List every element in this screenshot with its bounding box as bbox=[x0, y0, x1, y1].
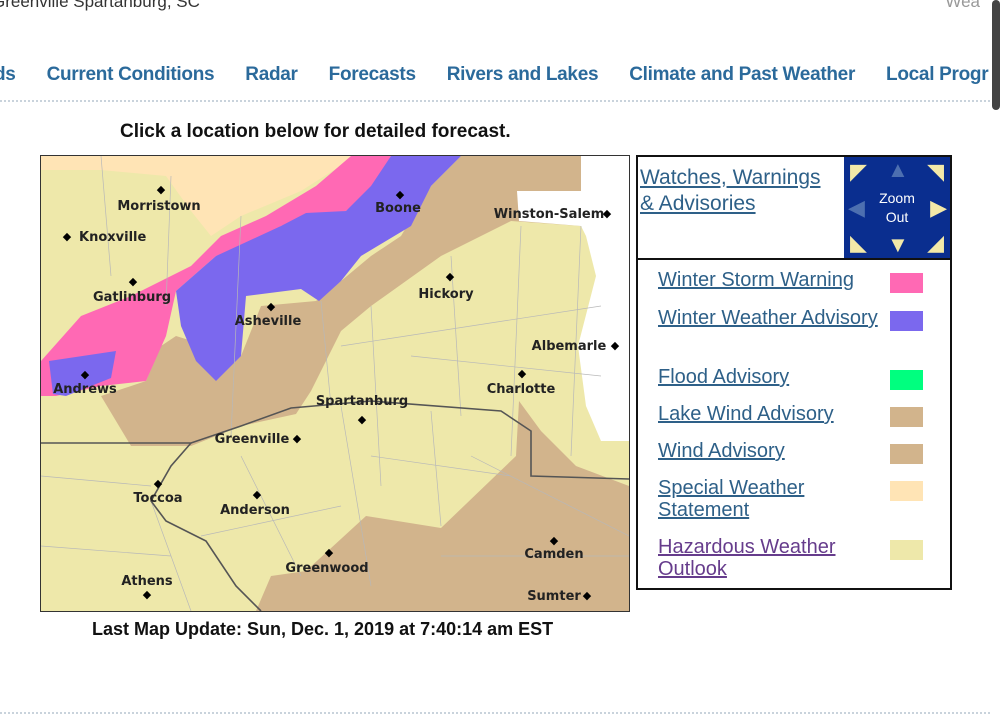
city-label[interactable]: Greenwood bbox=[285, 561, 368, 576]
pan-north-icon[interactable]: ▲ bbox=[887, 159, 909, 181]
pan-southwest-icon[interactable]: ◣ bbox=[850, 232, 867, 254]
city-marker-icon[interactable]: ◆ bbox=[143, 589, 152, 601]
nav-forecasts[interactable]: Forecasts bbox=[329, 64, 416, 86]
watches-warnings-link[interactable]: Watches, Warnings & Advisories bbox=[640, 165, 840, 217]
city-label[interactable]: Charlotte bbox=[487, 382, 556, 397]
city-label[interactable]: Camden bbox=[524, 547, 583, 562]
city-marker-icon[interactable]: ◆ bbox=[253, 489, 262, 501]
legend-swatch bbox=[890, 481, 923, 501]
zoom-control[interactable]: ◤ ▲ ◥ ◀ ▶ ◣ ▼ ◢ Zoom Out bbox=[844, 157, 950, 258]
city-label[interactable]: Albemarle bbox=[532, 339, 607, 354]
pan-west-icon[interactable]: ◀ bbox=[848, 197, 865, 219]
city-label[interactable]: Knoxville bbox=[79, 230, 146, 245]
last-map-update: Last Map Update: Sun, Dec. 1, 2019 at 7:… bbox=[92, 619, 554, 639]
pan-south-icon[interactable]: ▼ bbox=[887, 234, 909, 256]
city-marker-icon[interactable]: ◆ bbox=[267, 301, 276, 313]
legend-swatch bbox=[890, 273, 923, 293]
city-label[interactable]: Toccoa bbox=[133, 491, 182, 506]
legend-link[interactable]: Winter Storm Warning bbox=[658, 269, 878, 291]
city-label[interactable]: Andrews bbox=[53, 382, 117, 397]
page-heading: Click a location below for detailed fore… bbox=[120, 121, 511, 142]
legend-link[interactable]: Wind Advisory bbox=[658, 440, 878, 462]
office-title: Greenville Spartanburg, SC bbox=[0, 0, 200, 11]
nav-climate[interactable]: Climate and Past Weather bbox=[629, 64, 855, 86]
city-marker-icon[interactable]: ◆ bbox=[157, 184, 166, 196]
city-marker-icon[interactable]: ◆ bbox=[63, 231, 72, 243]
city-marker-icon[interactable]: ◆ bbox=[293, 433, 302, 445]
legend-swatch bbox=[890, 540, 923, 560]
city-layer: ◆Morristown◆ Knoxville◆Gatlinburg◆Boone ◆W… bbox=[53, 184, 620, 604]
city-marker-icon[interactable]: ◆ bbox=[518, 368, 527, 380]
legend-swatch bbox=[890, 370, 923, 390]
legend-swatch bbox=[890, 407, 923, 427]
zoom-out-label[interactable]: Zoom Out bbox=[872, 189, 922, 227]
header-right-text: Wea bbox=[945, 0, 980, 11]
city-marker-icon[interactable]: ◆ bbox=[446, 271, 455, 283]
scrollbar[interactable] bbox=[992, 0, 1000, 110]
city-marker-icon[interactable]: ◆ bbox=[396, 189, 405, 201]
pan-northwest-icon[interactable]: ◤ bbox=[850, 161, 867, 183]
legend-link[interactable]: Special Weather Statement bbox=[658, 477, 878, 521]
nav-item-partial[interactable]: ds bbox=[0, 64, 16, 86]
city-marker-icon[interactable]: ◆ bbox=[81, 369, 90, 381]
city-label[interactable]: Morristown bbox=[117, 199, 200, 214]
nav-rivers-lakes[interactable]: Rivers and Lakes bbox=[447, 64, 599, 86]
legend-link[interactable]: Winter Weather Advisory bbox=[658, 307, 878, 329]
city-label[interactable]: Anderson bbox=[220, 503, 290, 518]
city-label[interactable]: Athens bbox=[121, 574, 173, 589]
nav-current-conditions[interactable]: Current Conditions bbox=[47, 64, 215, 86]
legend-swatch bbox=[890, 444, 923, 464]
city-label[interactable]: Asheville bbox=[235, 314, 302, 329]
city-marker-icon[interactable]: ◆ bbox=[325, 547, 334, 559]
hazard-map[interactable]: ◆ Morristown ◆ Knoxville ◆ Gatlinburg ◆ Boone ◆ W… bbox=[40, 155, 630, 612]
city-marker-icon[interactable]: ◆ bbox=[358, 414, 367, 426]
legend-panel: Watches, Warnings & Advisories ◤ ▲ ◥ ◀ ▶… bbox=[636, 155, 952, 590]
pan-southeast-icon[interactable]: ◢ bbox=[927, 232, 944, 254]
nav-radar[interactable]: Radar bbox=[245, 64, 298, 86]
main-nav: ds Current Conditions Radar Forecasts Ri… bbox=[0, 64, 989, 86]
footer-divider bbox=[0, 712, 990, 714]
city-marker-icon[interactable]: ◆ bbox=[129, 276, 138, 288]
city-label[interactable]: Spartanburg bbox=[316, 394, 408, 409]
legend-swatch bbox=[890, 311, 923, 331]
city-marker-icon[interactable]: ◆ bbox=[583, 590, 592, 602]
city-marker-icon[interactable]: ◆ bbox=[611, 340, 620, 352]
nav-local-programs[interactable]: Local Progr bbox=[886, 64, 989, 86]
city-label[interactable]: Greenville bbox=[215, 432, 290, 447]
divider bbox=[0, 100, 990, 102]
legend-link[interactable]: Flood Advisory bbox=[658, 366, 878, 388]
city-marker-icon[interactable]: ◆ bbox=[550, 535, 559, 547]
legend-link[interactable]: Lake Wind Advisory bbox=[658, 403, 878, 425]
city-label[interactable]: Sumter bbox=[527, 589, 581, 604]
legend-link[interactable]: Hazardous Weather Outlook bbox=[658, 536, 878, 580]
city-label[interactable]: Winston-Salem bbox=[494, 207, 605, 222]
pan-east-icon[interactable]: ▶ bbox=[930, 197, 947, 219]
city-label[interactable]: Hickory bbox=[418, 287, 474, 302]
city-label[interactable]: Gatlinburg bbox=[93, 290, 171, 305]
pan-northeast-icon[interactable]: ◥ bbox=[927, 161, 944, 183]
city-label[interactable]: Boone bbox=[375, 201, 421, 216]
city-marker-icon[interactable]: ◆ bbox=[154, 478, 163, 490]
